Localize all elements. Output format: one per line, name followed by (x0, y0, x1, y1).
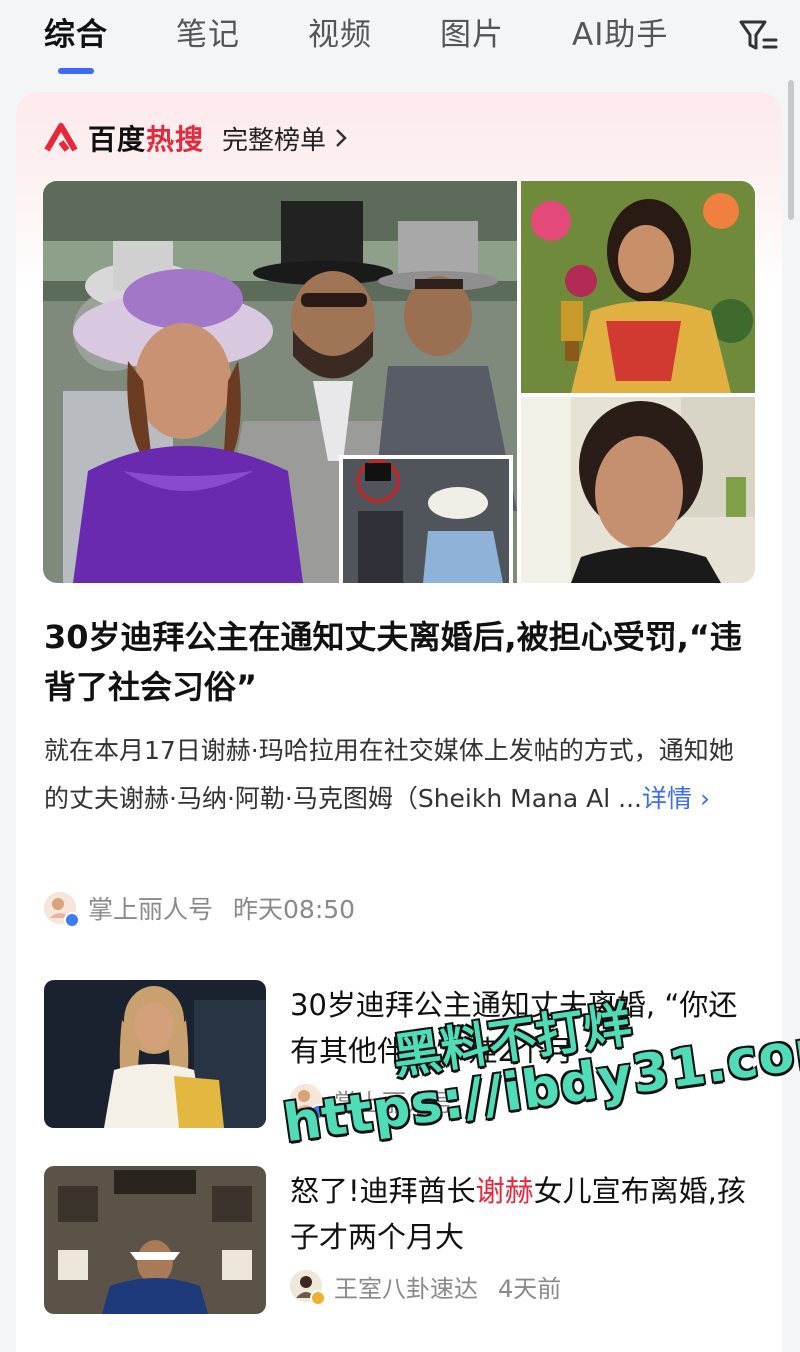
active-tab-indicator (58, 68, 94, 74)
filter-icon[interactable] (738, 18, 778, 54)
verified-badge-icon (310, 1104, 326, 1120)
source-name[interactable]: 掌上丽人号 (88, 890, 213, 926)
article-summary: 就在本月17日谢赫·玛哈拉用在社交媒体上发帖的方式，通知她的丈夫谢赫·马纳·阿勒… (44, 736, 734, 813)
hot-search-header: 百度热搜 完整榜单 (44, 114, 348, 162)
tab-images[interactable]: 图片 (440, 14, 504, 56)
tab-videos[interactable]: 视频 (308, 14, 372, 56)
chevron-right-icon[interactable] (334, 128, 348, 148)
royal-ascot-photo (43, 181, 517, 583)
sheikh-portrait (44, 1166, 266, 1314)
scrollbar[interactable] (788, 80, 794, 220)
verified-badge-icon (310, 1290, 326, 1306)
verified-badge-icon (64, 912, 80, 928)
tab-ai-assistant[interactable]: AI助手 (572, 14, 668, 56)
baidu-hot-logo-icon (44, 123, 78, 152)
tab-bar: 综合 笔记 视频 图片 AI助手 (0, 0, 800, 86)
avatar (290, 1084, 326, 1120)
publish-time: 昨天08:50 (233, 895, 356, 924)
article-image-gallery[interactable] (43, 181, 755, 583)
article-source: 掌上丽人号 昨天08:50 (44, 888, 355, 928)
item-thumbnail (44, 980, 266, 1128)
item-title[interactable]: 30岁迪拜公主通知丈夫离婚, “你还有其他伴侣”, 娃2个月 (290, 982, 760, 1074)
publish-time: 4天前 (498, 1274, 562, 1303)
source-name[interactable]: 掌上丽人号 (334, 1083, 454, 1118)
list-item[interactable]: 怒了!迪拜酋长谢赫女儿宣布离婚,孩子才两个月大 王室八卦速达 4天前 (44, 1166, 756, 1316)
selfie-photo (521, 397, 755, 583)
full-list-link[interactable]: 完整榜单 (222, 120, 326, 157)
hot-search-brand: 百度热搜 (88, 123, 205, 156)
avatar (290, 1270, 326, 1306)
source-name[interactable]: 王室八卦速达 (334, 1269, 478, 1304)
princess-portrait (44, 980, 266, 1128)
tab-notes[interactable]: 笔记 (176, 14, 240, 56)
item-source: 掌上丽人号 (290, 1082, 474, 1120)
item-source: 王室八卦速达 4天前 (290, 1268, 562, 1306)
item-title[interactable]: 怒了!迪拜酋长谢赫女儿宣布离婚,孩子才两个月大 (290, 1168, 760, 1260)
item-thumbnail (44, 1166, 266, 1314)
list-item[interactable]: 30岁迪拜公主通知丈夫离婚, “你还有其他伴侣”, 娃2个月 掌上丽人号 (44, 980, 756, 1130)
avatar (44, 892, 80, 928)
search-results-page: 综合 笔记 视频 图片 AI助手 百度热搜 完整榜单 30岁迪拜公主在通知丈夫离… (0, 0, 800, 1352)
childhood-photo (521, 181, 755, 393)
tab-all[interactable]: 综合 (44, 14, 108, 56)
article-headline[interactable]: 30岁迪拜公主在通知丈夫离婚后,被担心受罚,“违背了社会习俗” (44, 612, 756, 712)
hot-search-card: 百度热搜 完整榜单 30岁迪拜公主在通知丈夫离婚后,被担心受罚,“违背了社会习俗… (16, 92, 782, 1352)
details-link[interactable]: 详情 › (642, 784, 710, 813)
